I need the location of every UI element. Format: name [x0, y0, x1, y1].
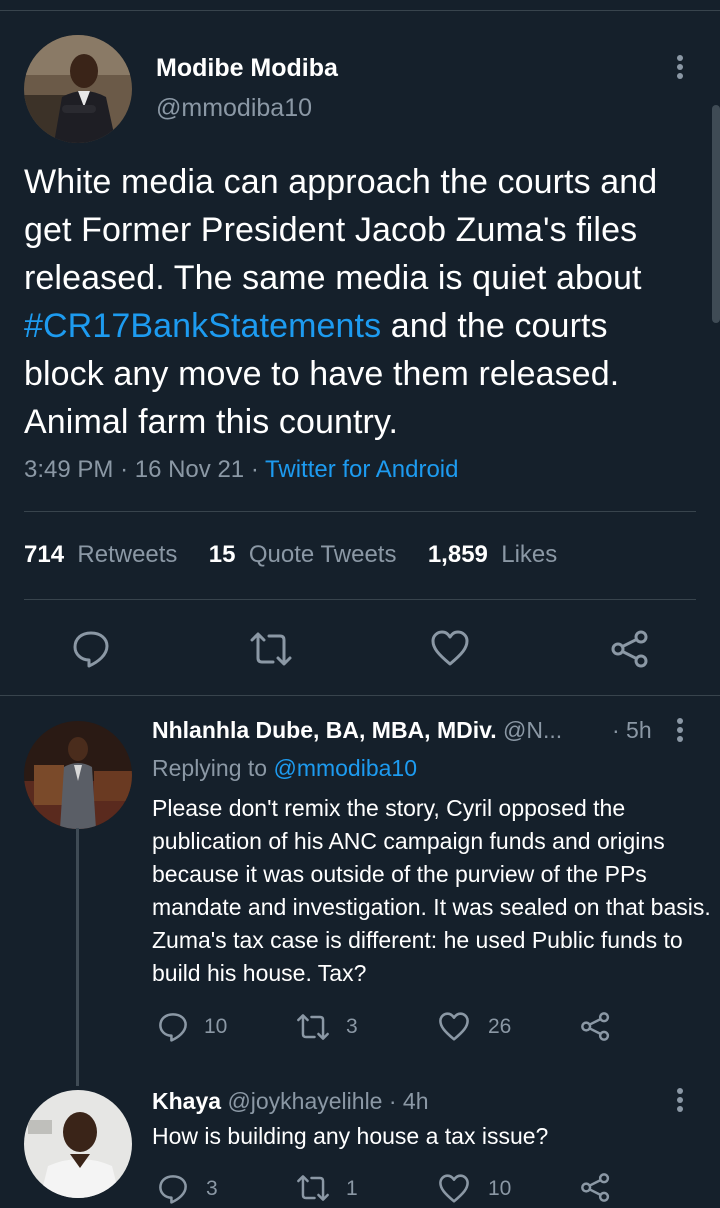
reply-author-name[interactable]: Khaya — [152, 1088, 221, 1114]
retweets-stat[interactable]: 714 Retweets — [24, 541, 177, 568]
likes-stat[interactable]: 1,859 Likes — [428, 541, 557, 568]
more-vertical-icon[interactable] — [676, 718, 684, 745]
divider — [24, 511, 696, 512]
retweet-count: 3 — [346, 1015, 358, 1038]
likes-count: 1,859 — [427, 541, 488, 568]
reply-icon — [159, 1175, 187, 1204]
share-icon[interactable] — [610, 629, 650, 669]
reply-author-handle[interactable]: @joykhayelihle — [227, 1088, 382, 1114]
author-handle[interactable]: @mmodiba10 — [156, 94, 312, 123]
reply-time: · 4h — [388, 1088, 429, 1114]
reply-avatar[interactable] — [24, 1090, 132, 1198]
quotes-label: Quote Tweets — [248, 541, 397, 568]
top-divider — [0, 10, 720, 11]
reply-action-reply[interactable]: 3 — [158, 1174, 218, 1204]
meta-separator: · — [120, 456, 129, 483]
share-icon[interactable] — [580, 1011, 611, 1047]
retweets-count: 714 — [24, 541, 65, 568]
like-count: 10 — [488, 1177, 512, 1200]
reply-action-retweet[interactable]: 1 — [296, 1174, 358, 1202]
replying-handle[interactable]: @mmodiba10 — [273, 755, 417, 781]
reply-icon[interactable] — [72, 630, 110, 668]
author-name[interactable]: Modibe Modiba — [156, 54, 338, 83]
retweet-count: 1 — [346, 1177, 358, 1200]
reply-avatar[interactable] — [24, 721, 132, 829]
tweet-time: 3:49 PM — [24, 456, 114, 483]
meta-separator: · — [250, 456, 259, 483]
likes-label: Likes — [501, 541, 558, 568]
reply-author-handle[interactable]: @N... — [503, 717, 562, 743]
reply-header: Nhlanhla Dube, BA, MBA, MDiv. @N... — [152, 717, 562, 744]
reply-count: 10 — [204, 1015, 228, 1038]
reply-time: · 5h — [612, 717, 652, 743]
reply-action-like[interactable]: 26 — [438, 1012, 511, 1041]
reply-header: Khaya @joykhayelihle · 4h — [152, 1088, 429, 1115]
retweet-icon[interactable] — [249, 631, 293, 667]
author-avatar[interactable] — [24, 35, 132, 143]
like-icon — [439, 1012, 469, 1041]
quotes-stat[interactable]: 15 Quote Tweets — [209, 541, 397, 568]
tweet-date: 16 Nov 21 — [134, 456, 245, 483]
reply-action-like[interactable]: 10 — [438, 1174, 511, 1203]
retweet-icon — [297, 1175, 329, 1201]
scrollbar[interactable] — [712, 105, 720, 323]
reply-author-name[interactable]: Nhlanhla Dube, BA, MBA, MDiv. — [152, 717, 497, 743]
like-icon — [439, 1174, 469, 1203]
thread-line — [76, 828, 79, 1086]
share-icon[interactable] — [580, 1172, 611, 1208]
tweet-meta: 3:49 PM · 16 Nov 21 · Twitter for Androi… — [24, 456, 458, 484]
tweet-source[interactable]: Twitter for Android — [265, 456, 458, 483]
retweets-label: Retweets — [77, 541, 178, 568]
reply-action-reply[interactable]: 10 — [158, 1012, 227, 1042]
more-vertical-icon[interactable] — [676, 1088, 684, 1115]
replying-to: Replying to @mmodiba10 — [152, 755, 417, 782]
tweet-stats: 714 Retweets 15 Quote Tweets 1,859 Likes — [24, 541, 557, 569]
tweet-text-part: White media can approach the courts and … — [24, 163, 658, 297]
reply-action-retweet[interactable]: 3 — [296, 1013, 358, 1041]
reply-text: Please don't remix the story, Cyril oppo… — [152, 795, 711, 986]
divider — [0, 695, 720, 696]
tweet-text: White media can approach the courts and … — [24, 158, 694, 446]
quotes-count: 15 — [208, 541, 236, 568]
reply-count: 3 — [206, 1177, 218, 1200]
divider — [24, 599, 696, 600]
replying-label: Replying to — [152, 755, 268, 781]
retweet-icon — [297, 1014, 329, 1040]
reply-icon — [159, 1013, 187, 1042]
like-icon[interactable] — [430, 630, 470, 666]
more-vertical-icon[interactable] — [676, 55, 684, 82]
reply-text: How is building any house a tax issue? — [152, 1123, 549, 1149]
hashtag-link[interactable]: #CR17BankStatements — [24, 307, 381, 345]
like-count: 26 — [488, 1014, 512, 1038]
